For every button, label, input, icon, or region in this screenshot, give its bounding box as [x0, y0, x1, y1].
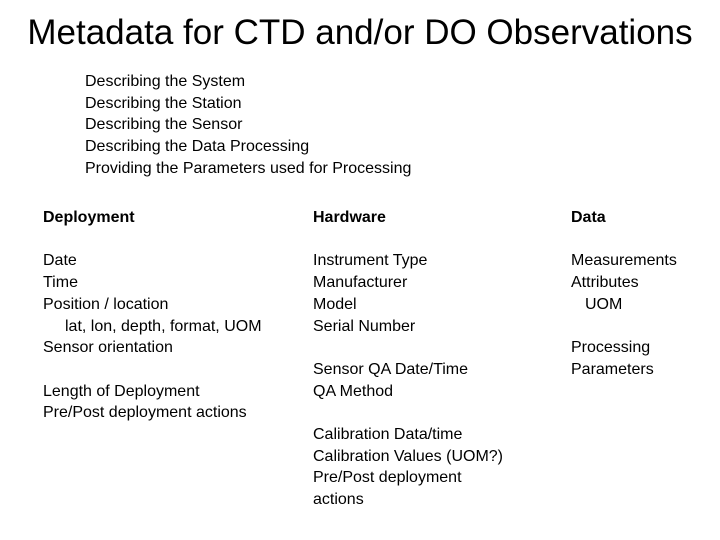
data-heading: Data: [571, 209, 606, 226]
hardware-item: Pre/Post deployment: [313, 469, 462, 487]
hardware-item: Manufacturer: [313, 274, 408, 292]
data-item: Measurements: [571, 252, 677, 270]
hardware-item: Calibration Values (UOM?): [313, 447, 503, 465]
deployment-item: Date: [43, 252, 77, 270]
overview-item: Describing the Station: [85, 94, 242, 112]
hardware-item: actions: [313, 491, 364, 509]
data-column: Data Measurements Attributes UOM Process…: [571, 207, 677, 381]
overview-item: Describing the System: [85, 73, 246, 90]
hardware-item: Calibration Data/time: [313, 425, 463, 443]
overview-item: Describing the Sensor: [85, 116, 243, 134]
hardware-item: Instrument Type: [313, 252, 428, 270]
deployment-item: Time: [43, 274, 78, 292]
overview-item: Providing the Parameters used for Proces…: [85, 159, 412, 177]
hardware-item: Serial Number: [313, 317, 416, 335]
hardware-item: Model: [313, 295, 357, 313]
data-item: Parameters: [571, 360, 654, 378]
hardware-item: QA Method: [313, 382, 394, 400]
data-item: Processing: [571, 339, 651, 357]
page-title: Metadata for CTD and/or DO Observations: [27, 13, 693, 52]
deployment-item: Sensor orientation: [43, 339, 173, 357]
deployment-item: Pre/Post deployment actions: [43, 404, 247, 422]
data-item: UOM: [585, 295, 623, 313]
deployment-item: Length of Deployment: [43, 382, 200, 400]
deployment-item: lat, lon, depth, format, UOM: [65, 317, 262, 335]
deployment-column: Deployment Date Time Position / location…: [43, 207, 262, 424]
deployment-heading: Deployment: [43, 209, 135, 226]
overview-item: Describing the Data Processing: [85, 138, 310, 156]
hardware-heading: Hardware: [313, 209, 386, 226]
hardware-column: Hardware Instrument Type Manufacturer Mo…: [313, 207, 503, 511]
overview-list: Describing the System Describing the Sta…: [85, 71, 411, 180]
hardware-item: Sensor QA Date/Time: [313, 360, 469, 378]
deployment-item: Position / location: [43, 295, 169, 313]
data-item: Attributes: [571, 274, 639, 292]
